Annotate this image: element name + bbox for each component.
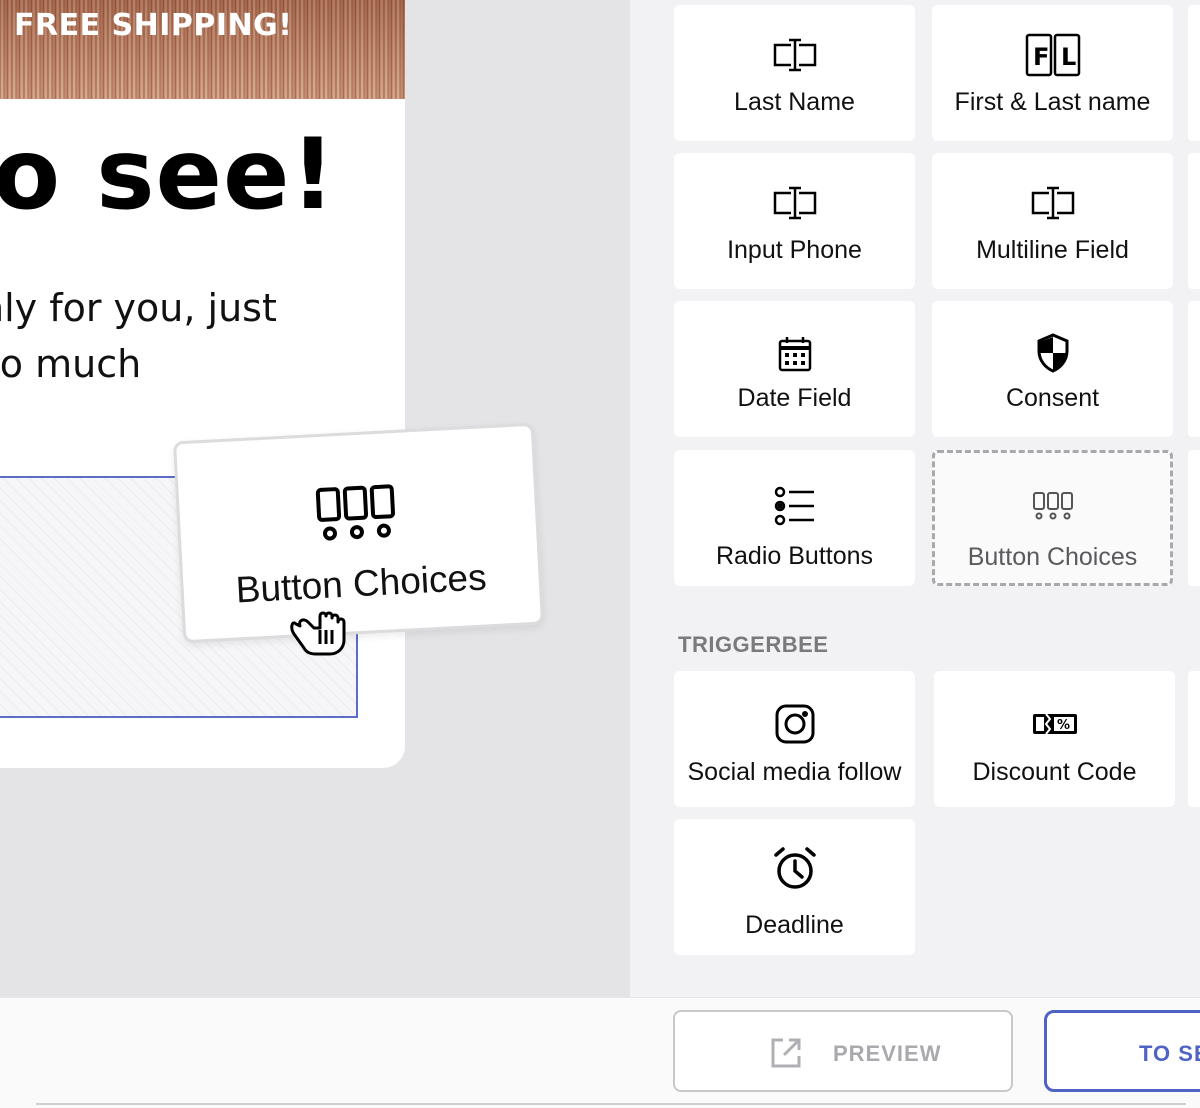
- section-title-triggerbee: TRIGGERBEE: [678, 632, 829, 657]
- tile-social-media-follow[interactable]: Social media follow: [674, 671, 915, 807]
- body-line-2: so much: [0, 342, 142, 386]
- tile-radio-buttons[interactable]: Radio Buttons: [674, 450, 915, 586]
- tile-discount-code[interactable]: % Discount Code: [934, 671, 1175, 807]
- shield-icon: [1036, 333, 1070, 378]
- footer-divider: [36, 1103, 1186, 1105]
- banner-image: FREE SHIPPING!: [0, 0, 405, 99]
- tile-deadline[interactable]: Deadline: [674, 819, 915, 955]
- preview-button-label: PREVIEW: [833, 1041, 942, 1066]
- first-last-icon: F L: [1025, 33, 1081, 82]
- tile-label: Multiline Field: [976, 236, 1129, 264]
- tile-label: First & Last name: [954, 88, 1151, 116]
- tile-edge: [1188, 450, 1200, 586]
- next-step-button[interactable]: TO SE: [1044, 1010, 1200, 1092]
- tile-label: Button Choices: [967, 543, 1138, 571]
- popup-body-text[interactable]: nly for you, just so much: [0, 280, 277, 392]
- tile-label: Date Field: [737, 384, 852, 412]
- popup-headline[interactable]: no see!: [0, 118, 336, 232]
- external-link-icon: [769, 1036, 803, 1075]
- tile-date-field[interactable]: Date Field: [674, 301, 915, 437]
- footer-bar: [0, 997, 1200, 1108]
- alarm-clock-icon: [772, 845, 818, 896]
- tile-label: Social media follow: [687, 758, 902, 786]
- instagram-icon: [774, 703, 816, 750]
- tile-label: Consent: [1005, 384, 1100, 412]
- calendar-icon: [777, 335, 813, 378]
- tile-label: Discount Code: [972, 758, 1137, 786]
- svg-text:L: L: [1061, 43, 1076, 71]
- tile-edge: [1188, 153, 1200, 289]
- grab-hand-icon: [286, 600, 348, 661]
- body-line-1: nly for you, just: [0, 286, 277, 330]
- tile-first-last-name[interactable]: F L First & Last name: [932, 5, 1173, 141]
- tile-edge: [1188, 5, 1200, 141]
- tile-label: Deadline: [745, 911, 844, 939]
- dragged-button-choices-tile[interactable]: Button Choices: [172, 422, 545, 644]
- editor-canvas: FREE SHIPPING! no see! nly for you, just…: [0, 0, 630, 997]
- tile-button-choices-placeholder[interactable]: Button Choices: [932, 450, 1173, 586]
- banner-text: FREE SHIPPING!: [14, 8, 293, 43]
- tile-multiline-field[interactable]: Multiline Field: [932, 153, 1173, 289]
- button-choices-icon: [1032, 491, 1074, 526]
- tile-label: Last Name: [734, 88, 855, 116]
- tile-label: Input Phone: [727, 236, 862, 264]
- button-choices-icon: [315, 483, 398, 548]
- radio-list-icon: [774, 486, 816, 531]
- text-cursor-icon: [1031, 185, 1075, 226]
- preview-button[interactable]: PREVIEW: [673, 1010, 1013, 1092]
- text-cursor-icon: [773, 185, 817, 226]
- tile-edge: [1188, 671, 1200, 807]
- next-step-button-label: TO SE: [1139, 1041, 1200, 1066]
- svg-text:F: F: [1033, 43, 1049, 71]
- text-cursor-icon: [773, 37, 817, 78]
- tile-consent[interactable]: Consent: [932, 301, 1173, 437]
- tile-edge: [1188, 301, 1200, 437]
- tile-input-phone[interactable]: Input Phone: [674, 153, 915, 289]
- discount-ticket-icon: %: [1032, 713, 1078, 740]
- tile-label: Radio Buttons: [715, 542, 874, 570]
- dragged-tile-label: Button Choices: [234, 556, 488, 611]
- svg-text:%: %: [1057, 718, 1070, 733]
- tile-last-name[interactable]: Last Name: [674, 5, 915, 141]
